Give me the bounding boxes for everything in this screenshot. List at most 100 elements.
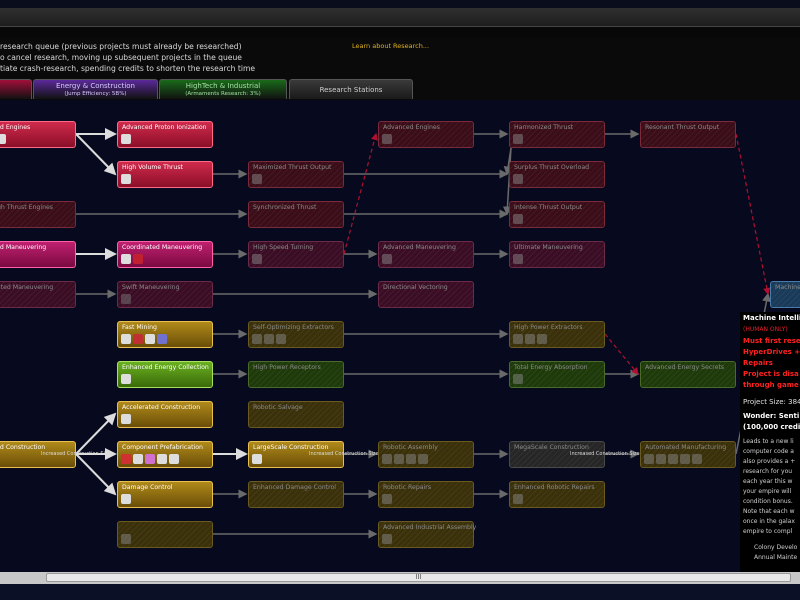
research-tabs: Energy & Construction (Jump Efficiency: 5…	[0, 78, 800, 100]
component-icon	[382, 134, 392, 144]
component-icon	[252, 334, 262, 344]
research-node[interactable]: anced Engines	[0, 121, 76, 148]
node-label: Component Prefabrication	[122, 444, 203, 451]
research-node[interactable]: Total Energy Absorption	[509, 361, 605, 388]
node-icons	[513, 334, 547, 346]
research-node[interactable]: Automated Manufacturing	[640, 441, 736, 468]
research-node[interactable]	[117, 521, 213, 548]
research-node[interactable]: MegaScale Construction Increased Construc…	[509, 441, 640, 468]
node-label: Enhanced Energy Collection	[122, 364, 209, 371]
research-node[interactable]: Coordinated Maneuvering	[117, 241, 213, 268]
node-icons	[513, 494, 523, 506]
tab-label: HighTech & Industrial	[185, 82, 261, 90]
research-node[interactable]: Harmonized Thrust	[509, 121, 605, 148]
component-icon	[157, 334, 167, 344]
research-node[interactable]: Maximized Thrust Output	[248, 161, 344, 188]
panel-line: condition bonus.	[743, 498, 793, 505]
research-node[interactable]: elerated Maneuvering	[0, 281, 76, 308]
research-node[interactable]: Ultimate Maneuvering	[509, 241, 605, 268]
research-node[interactable]: Advanced Engines	[378, 121, 474, 148]
research-node[interactable]: Advanced Industrial Assembly	[378, 521, 476, 548]
research-node[interactable]: anced Maneuvering	[0, 241, 76, 268]
tab-sublabel: (Armaments Research: 3%)	[185, 91, 261, 97]
horizontal-scrollbar[interactable]: III	[0, 572, 800, 584]
research-node[interactable]: Advanced Proton Ionization	[117, 121, 213, 148]
node-sublabel: Increased Construction Size	[309, 451, 379, 457]
research-node[interactable]: High Power Extractors	[509, 321, 605, 348]
node-icons	[121, 334, 167, 346]
component-icon	[394, 454, 404, 464]
top-strip	[0, 0, 800, 8]
node-label: Enhanced Damage Control	[253, 484, 337, 491]
node-icons	[513, 214, 523, 226]
node-label: MegaScale Construction	[514, 444, 589, 451]
instruction-line-3: tiate crash-research, spending credits t…	[0, 64, 256, 73]
research-node[interactable]: anced ConstructionIncreased Construction…	[0, 441, 111, 468]
panel-line: each year this w	[743, 478, 793, 485]
research-node[interactable]: Robotic Assembly	[378, 441, 474, 468]
tab-0[interactable]	[0, 79, 32, 99]
research-node[interactable]: High Power Receptors	[248, 361, 344, 388]
research-node[interactable]: Machine Intelli	[770, 281, 800, 308]
scrollbar-thumb[interactable]: III	[46, 573, 791, 582]
node-label: y High Thrust Engines	[0, 204, 54, 211]
node-label: High Power Extractors	[514, 324, 583, 331]
node-label: Self-Optimizing Extractors	[253, 324, 334, 331]
tab-1[interactable]: Energy & Construction (Jump Efficiency: 5…	[33, 79, 158, 99]
research-node[interactable]: Self-Optimizing Extractors	[248, 321, 344, 348]
node-label: Ultimate Maneuvering	[514, 244, 583, 251]
research-node[interactable]: Enhanced Damage Control	[248, 481, 344, 508]
node-label: Intense Thrust Output	[514, 204, 583, 211]
research-node[interactable]: High Volume Thrust	[117, 161, 213, 188]
node-label: Coordinated Maneuvering	[122, 244, 203, 251]
research-node[interactable]: LargeScale Construction Increased Constru…	[248, 441, 379, 468]
research-node[interactable]: Enhanced Robotic Repairs	[509, 481, 605, 508]
research-node[interactable]: y High Thrust Engines	[0, 201, 76, 228]
research-node[interactable]: Directional Vectoring	[378, 281, 474, 308]
node-label: Advanced Maneuvering	[383, 244, 456, 251]
panel-line: Note that each w	[743, 508, 795, 515]
component-icon	[382, 254, 392, 264]
research-node[interactable]: Synchronized Thrust	[248, 201, 344, 228]
research-tree[interactable]: anced Engines Advanced Proton Ionization H…	[0, 100, 800, 572]
research-node[interactable]: Damage Control	[117, 481, 213, 508]
node-label: anced Maneuvering	[0, 244, 47, 251]
research-node[interactable]: Accelerated Construction	[117, 401, 213, 428]
component-icon	[382, 494, 392, 504]
component-icon	[121, 134, 131, 144]
node-label: Maximized Thrust Output	[253, 164, 332, 171]
node-icons	[121, 174, 131, 186]
research-node[interactable]: Advanced Maneuvering	[378, 241, 474, 268]
tree-link	[343, 132, 378, 255]
component-icon	[525, 334, 535, 344]
tab-2[interactable]: HighTech & Industrial (Armaments Research…	[159, 79, 287, 99]
research-node[interactable]: Resonant Thrust Output	[640, 121, 736, 148]
node-label: Harmonized Thrust	[514, 124, 574, 131]
research-node[interactable]: High Speed Turning	[248, 241, 344, 268]
component-icon	[133, 334, 143, 344]
research-node[interactable]: Enhanced Energy Collection	[117, 361, 213, 388]
component-icon	[121, 534, 131, 544]
tab-3[interactable]: Research Stations	[289, 79, 413, 99]
research-node[interactable]: Surplus Thrust Overload	[509, 161, 605, 188]
node-label: Robotic Assembly	[383, 444, 438, 451]
component-icon	[513, 494, 523, 504]
research-node[interactable]: Swift Maneuvering	[117, 281, 213, 308]
component-icon	[133, 454, 143, 464]
component-icon	[121, 494, 131, 504]
research-node[interactable]: Fast Mining	[117, 321, 213, 348]
research-node[interactable]: Robotic Repairs	[378, 481, 474, 508]
research-node[interactable]: Intense Thrust Output	[509, 201, 605, 228]
component-icon	[692, 454, 702, 464]
component-icon	[264, 334, 274, 344]
panel-line: Colony Develo	[754, 544, 798, 551]
research-node[interactable]: Component Prefabrication	[117, 441, 213, 468]
scrollbar-grip-icon: III	[415, 573, 422, 581]
component-icon	[656, 454, 666, 464]
learn-about-research-link[interactable]: Learn about Research...	[352, 42, 429, 50]
research-node[interactable]: Robotic Salvage	[248, 401, 344, 428]
panel-line: Project is disa	[743, 370, 799, 378]
panel-line: Leads to a new li	[743, 438, 794, 445]
panel-line: Project Size: 384	[743, 398, 800, 406]
research-node[interactable]: Advanced Energy Secrets	[640, 361, 736, 388]
